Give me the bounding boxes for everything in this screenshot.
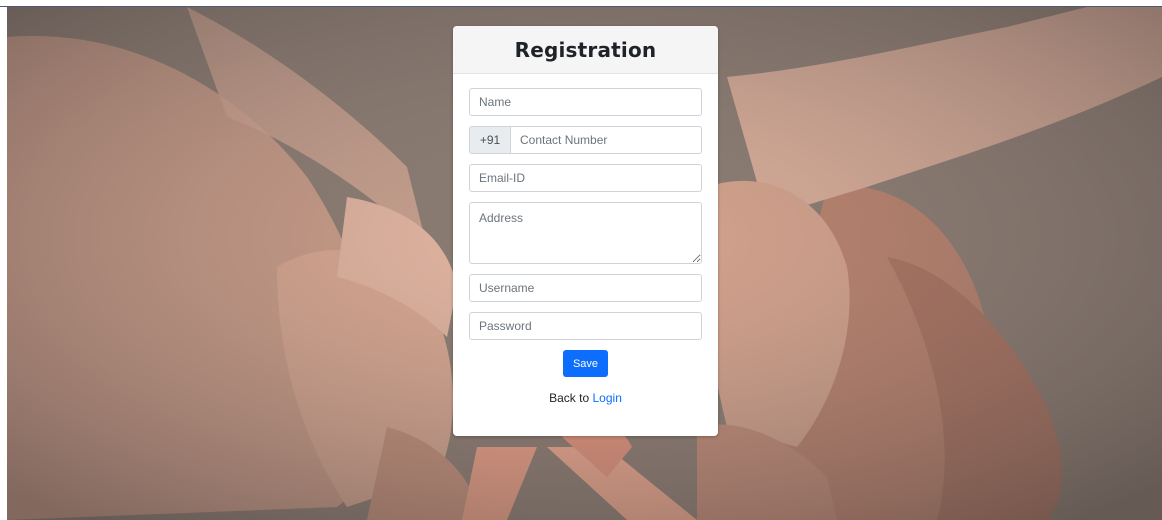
country-code-prefix: +91 bbox=[469, 126, 510, 154]
name-input[interactable] bbox=[469, 88, 702, 116]
login-link[interactable]: Login bbox=[593, 391, 622, 405]
contact-input-group: +91 bbox=[469, 126, 702, 154]
back-to-text: Back to bbox=[549, 391, 590, 405]
card-body: +91 Save Back to Login bbox=[453, 74, 718, 405]
button-row: Save bbox=[469, 350, 702, 377]
email-input[interactable] bbox=[469, 164, 702, 192]
registration-card: Registration +91 Save Back to Login bbox=[453, 26, 718, 436]
page-title: Registration bbox=[514, 37, 657, 62]
address-textarea[interactable] bbox=[469, 202, 702, 264]
top-border bbox=[0, 0, 1162, 7]
password-input[interactable] bbox=[469, 312, 702, 340]
card-header: Registration bbox=[453, 26, 718, 74]
username-input[interactable] bbox=[469, 274, 702, 302]
contact-number-input[interactable] bbox=[510, 126, 702, 154]
save-button[interactable]: Save bbox=[563, 350, 608, 377]
back-to-login: Back to Login bbox=[469, 391, 702, 405]
registration-page: Registration +91 Save Back to Login bbox=[0, 0, 1162, 520]
